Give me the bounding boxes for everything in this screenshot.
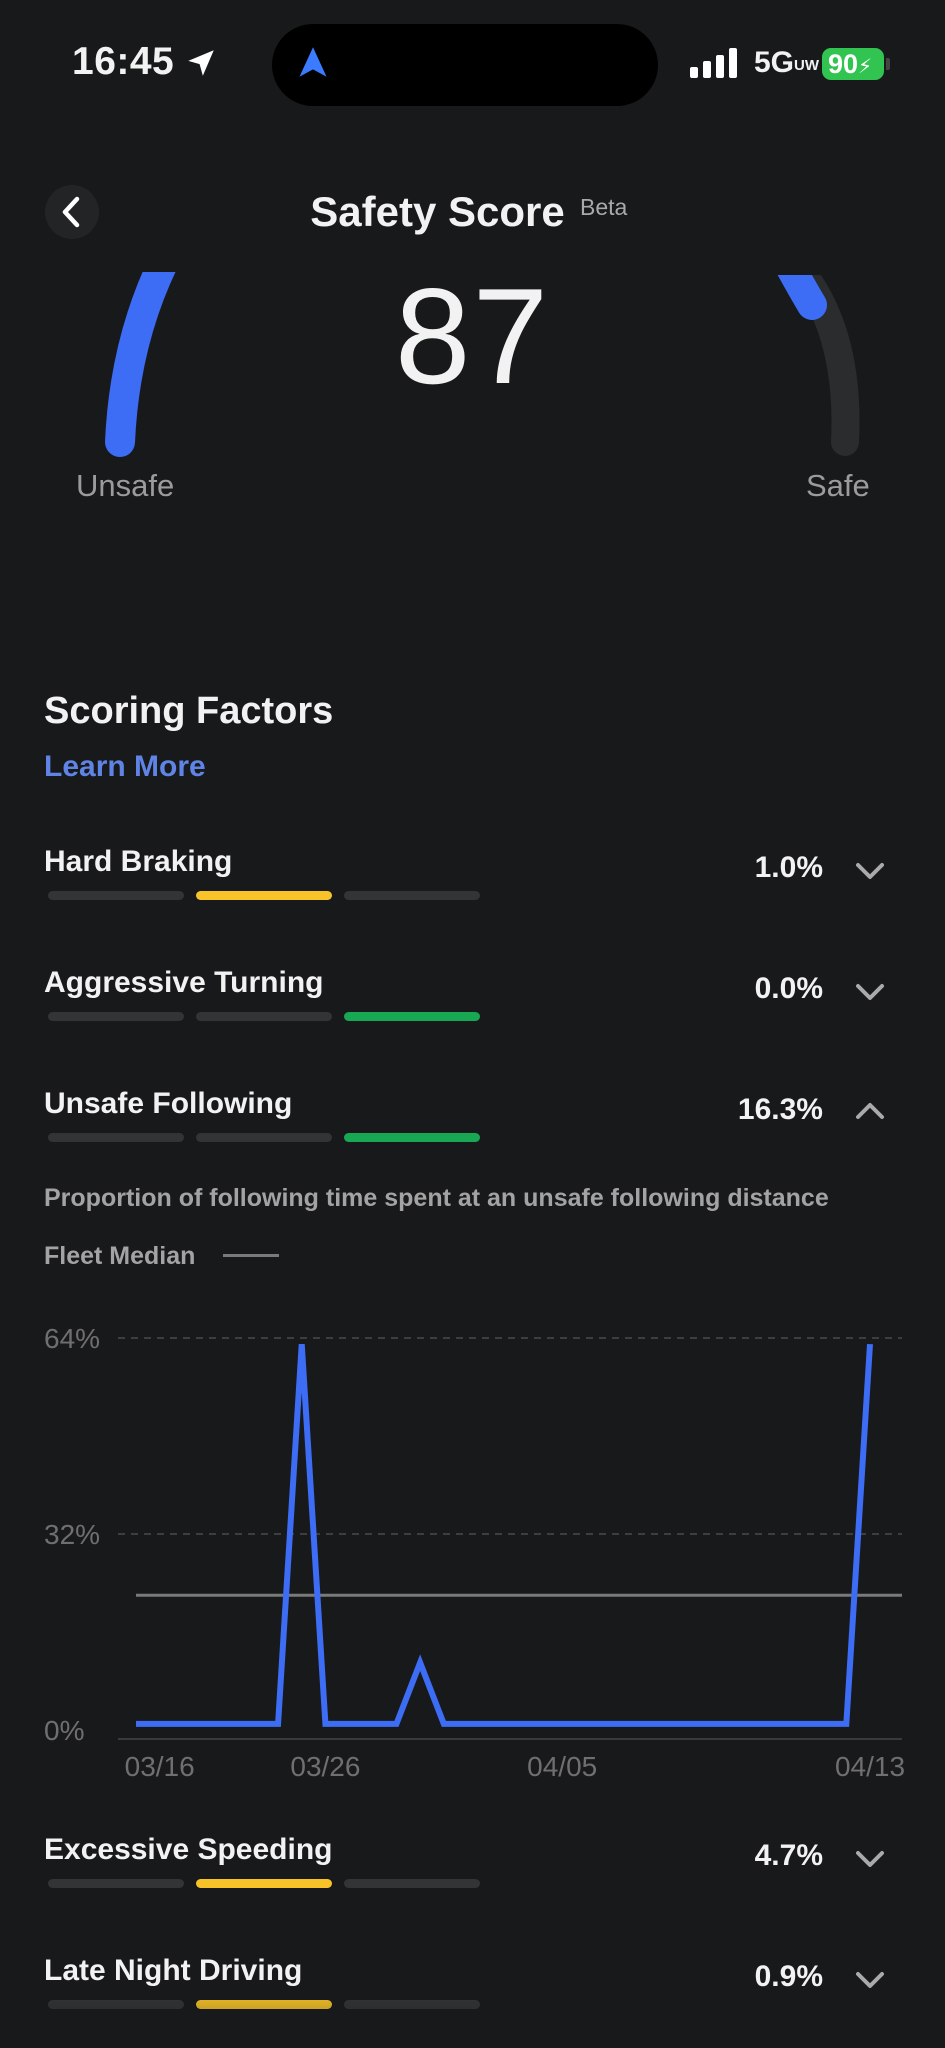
rating-segment — [48, 1879, 184, 1888]
chevron-down-icon[interactable] — [850, 1843, 890, 1873]
x-tick-label: 04/05 — [527, 1751, 597, 1782]
y-tick-label: 32% — [44, 1519, 100, 1550]
unsafe-following-chart: 64% 32% 0% 03/16 03/26 04/05 04/13 — [44, 1323, 905, 1782]
y-tick-label: 0% — [44, 1715, 84, 1746]
safety-score-screen: 16:45 5GUW 90⚡ Safety Score Beta 87 Unsa… — [0, 0, 945, 2048]
y-tick-label: 64% — [44, 1323, 100, 1354]
x-tick-label: 03/26 — [290, 1751, 360, 1782]
rating-segment — [344, 1879, 480, 1888]
x-tick-label: 04/13 — [835, 1751, 905, 1782]
factor-value: 0.9% — [754, 1960, 823, 1993]
bottom-fade — [0, 1990, 945, 2048]
factor-excessive-speeding[interactable]: Excessive Speeding 4.7% — [0, 1833, 945, 1943]
factor-name: Late Night Driving — [44, 1954, 303, 1987]
factor-value: 4.7% — [754, 1839, 823, 1872]
factor-name: Excessive Speeding — [44, 1833, 333, 1866]
x-tick-label: 03/16 — [125, 1751, 195, 1782]
rating-segment — [196, 1879, 332, 1888]
factor-rating-bars — [48, 1879, 480, 1888]
